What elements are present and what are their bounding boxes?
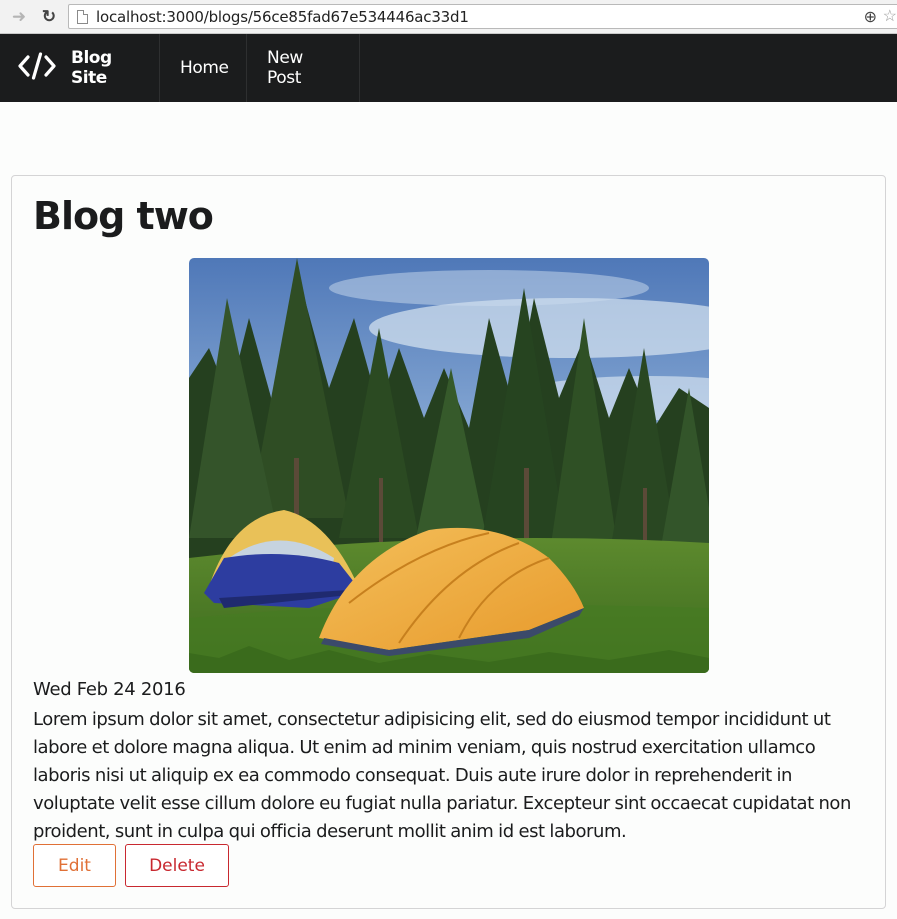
post-card: Blog two Wed Feb 24 2016 Lorem ipsum dol… xyxy=(11,175,886,909)
post-body: Lorem ipsum dolor sit amet, consectetur … xyxy=(33,709,851,842)
zoom-icon[interactable]: ⊕ xyxy=(864,7,877,27)
post-image xyxy=(189,258,709,673)
post-title: Blog two xyxy=(33,194,214,238)
reload-icon[interactable]: ↻ xyxy=(38,6,60,28)
address-bar[interactable]: localhost:3000/blogs/56ce85fad67e534446a… xyxy=(68,4,897,29)
browser-toolbar: ➜ ↻ localhost:3000/blogs/56ce85fad67e534… xyxy=(0,0,897,34)
page-icon xyxy=(77,10,88,24)
nav-home-link[interactable]: Home xyxy=(160,34,247,102)
brand-label: Blog Site xyxy=(71,48,112,88)
brand-link[interactable]: Blog Site xyxy=(0,34,160,102)
edit-button[interactable]: Edit xyxy=(33,844,116,887)
forward-icon[interactable]: ➜ xyxy=(8,6,30,28)
star-icon[interactable]: ☆ xyxy=(883,6,897,26)
post-date: Wed Feb 24 2016 xyxy=(33,679,186,700)
code-icon xyxy=(18,51,56,86)
site-navbar: Blog Site Home New Post xyxy=(0,34,897,102)
nav-new-post-link[interactable]: New Post xyxy=(247,34,360,102)
url-text[interactable]: localhost:3000/blogs/56ce85fad67e534446a… xyxy=(96,8,469,26)
delete-button[interactable]: Delete xyxy=(125,844,229,887)
